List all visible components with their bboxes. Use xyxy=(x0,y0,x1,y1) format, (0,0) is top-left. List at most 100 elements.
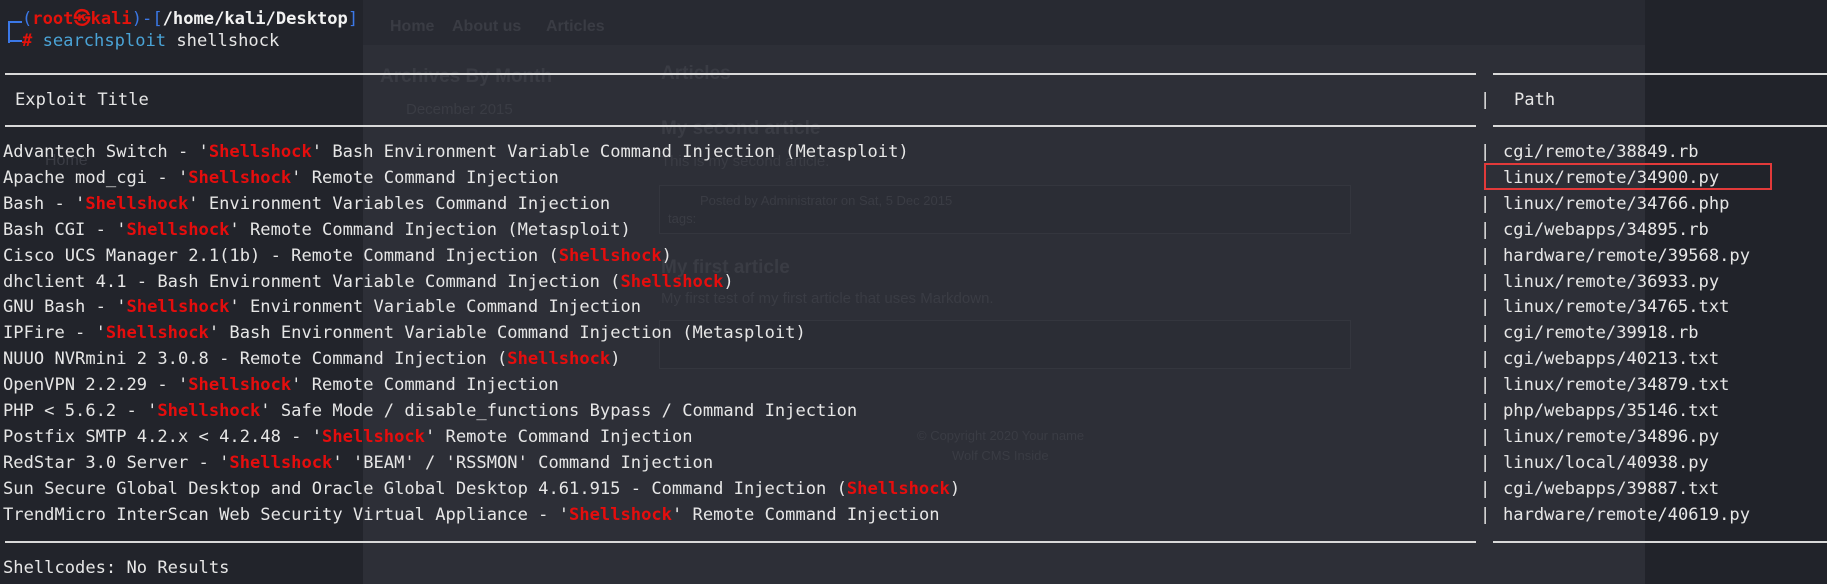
row-separator: | xyxy=(1480,426,1491,447)
row-separator: | xyxy=(1480,245,1491,266)
title-text: Apache mod_cgi - ' xyxy=(3,167,189,188)
table-rule-bottom-right xyxy=(1493,541,1827,543)
table-rule-bottom-left xyxy=(5,541,1476,543)
row-separator: | xyxy=(1480,271,1491,292)
keyword-highlight: Shellshock xyxy=(208,142,312,162)
exploit-title: OpenVPN 2.2.29 - 'Shellshock' Remote Com… xyxy=(3,374,559,396)
exploit-path[interactable]: linux/remote/36933.py xyxy=(1503,271,1719,293)
exploit-title: Sun Secure Global Desktop and Oracle Glo… xyxy=(3,478,960,500)
exploit-title: TrendMicro InterScan Web Security Virtua… xyxy=(3,504,940,526)
exploit-path[interactable]: cgi/webapps/39887.txt xyxy=(1503,478,1719,500)
exploit-path[interactable]: linux/remote/34879.txt xyxy=(1503,374,1729,396)
terminal-window[interactable]: (root㉿kali)-[/home/kali/Desktop] # searc… xyxy=(0,0,1827,584)
command-argument: shellshock xyxy=(176,31,280,51)
title-text: ' Environment Variable Command Injection xyxy=(229,297,642,318)
column-header-path: Path xyxy=(1514,90,1556,110)
exploit-path[interactable]: cgi/webapps/34895.rb xyxy=(1503,219,1709,241)
exploit-path[interactable]: hardware/remote/39568.py xyxy=(1503,245,1750,267)
exploit-path[interactable]: linux/remote/34765.txt xyxy=(1503,296,1729,318)
exploit-path[interactable]: cgi/webapps/40213.txt xyxy=(1503,348,1719,370)
title-text: RedStar 3.0 Server - ' xyxy=(3,452,230,473)
title-text: OpenVPN 2.2.29 - ' xyxy=(3,375,189,396)
exploit-title: NUUO NVRmini 2 3.0.8 - Remote Command In… xyxy=(3,348,621,370)
keyword-highlight: Shellshock xyxy=(507,349,611,370)
keyword-highlight: Shellshock xyxy=(126,219,230,240)
row-separator: | xyxy=(1480,452,1491,473)
title-text: Sun Secure Global Desktop and Oracle Glo… xyxy=(3,478,847,499)
keyword-highlight: Shellshock xyxy=(85,193,189,214)
keyword-highlight: Shellshock xyxy=(558,245,662,266)
table-rule-header-left xyxy=(5,125,1476,127)
keyword-highlight: Shellshock xyxy=(126,297,230,318)
title-text: Bash CGI - ' xyxy=(3,219,127,240)
keyword-highlight: Shellshock xyxy=(322,426,425,447)
title-text: ) xyxy=(661,245,672,266)
exploit-title: Cisco UCS Manager 2.1(1b) - Remote Comma… xyxy=(3,245,672,267)
title-text: Postfix SMTP 4.2.x < 4.2.48 - ' xyxy=(3,426,323,447)
prompt-symbol: # xyxy=(22,31,33,51)
title-text: Advantech Switch - ' xyxy=(3,142,209,162)
skull-icon: ㉿ xyxy=(73,9,91,29)
table-rule-header-right xyxy=(1493,125,1827,127)
table-rule-top-left xyxy=(5,73,1476,75)
title-text: ' Bash Environment Variable Command Inje… xyxy=(311,142,909,162)
exploit-title: GNU Bash - 'Shellshock' Environment Vari… xyxy=(3,296,641,318)
prompt-host: kali xyxy=(90,9,132,29)
prompt-line-2: # searchsploit shellshock xyxy=(22,30,279,52)
keyword-highlight: Shellshock xyxy=(620,271,724,292)
keyword-highlight: Shellshock xyxy=(188,167,292,188)
title-text: ' Remote Command Injection xyxy=(671,504,940,525)
title-text: ' Bash Environment Variable Command Inje… xyxy=(208,323,806,344)
keyword-highlight: Shellshock xyxy=(229,452,333,473)
keyword-highlight: Shellshock xyxy=(105,323,209,344)
prompt-corner-vertical xyxy=(8,21,10,42)
table-rule-top-right xyxy=(1493,73,1827,75)
keyword-highlight: Shellshock xyxy=(846,478,950,499)
prompt-line-1: (root㉿kali)-[/home/kali/Desktop] xyxy=(22,9,359,29)
prompt-user: root xyxy=(32,9,74,29)
title-text: Cisco UCS Manager 2.1(1b) - Remote Comma… xyxy=(3,245,559,266)
exploit-title: IPFire - 'Shellshock' Bash Environment V… xyxy=(3,322,806,344)
exploit-path[interactable]: linux/local/40938.py xyxy=(1503,452,1709,474)
title-text: ' Remote Command Injection xyxy=(424,426,693,447)
title-text: TrendMicro InterScan Web Security Virtua… xyxy=(3,504,570,525)
row-separator: | xyxy=(1480,349,1491,370)
title-text: ' Remote Command Injection (Metasploit) xyxy=(229,219,631,240)
row-separator: | xyxy=(1480,323,1491,344)
title-text: dhclient 4.1 - Bash Environment Variable… xyxy=(3,271,621,292)
title-text: ) xyxy=(949,478,961,499)
title-text: ' Environment Variables Command Injectio… xyxy=(188,193,611,214)
row-separator: | xyxy=(1480,401,1491,421)
row-separator: | xyxy=(1480,297,1491,318)
title-text: ' 'BEAM' / 'RSSMON' Command Injection xyxy=(332,452,714,473)
exploit-path[interactable]: hardware/remote/40619.py xyxy=(1503,504,1750,526)
prompt-corner-bottom xyxy=(8,40,22,42)
row-separator: | xyxy=(1480,375,1491,396)
row-separator: | xyxy=(1480,478,1491,499)
title-text: Bash - ' xyxy=(3,193,86,214)
exploit-title: Advantech Switch - 'Shellshock' Bash Env… xyxy=(3,141,909,163)
exploit-path[interactable]: linux/remote/34766.php xyxy=(1503,193,1729,215)
title-text: PHP < 5.6.2 - ' xyxy=(3,401,158,421)
title-text: IPFire - ' xyxy=(3,323,106,344)
prompt-cwd: /home/kali/Desktop xyxy=(162,9,348,29)
exploit-path[interactable]: cgi/remote/39918.rb xyxy=(1503,322,1699,344)
exploit-path[interactable]: cgi/remote/38849.rb xyxy=(1503,141,1699,163)
exploit-path[interactable]: linux/remote/34896.py xyxy=(1503,426,1719,448)
row-separator: | xyxy=(1480,219,1491,240)
row-separator: | xyxy=(1480,142,1491,162)
keyword-highlight: Shellshock xyxy=(188,375,292,396)
shellcodes-result: Shellcodes: No Results xyxy=(3,558,230,578)
exploit-title: RedStar 3.0 Server - 'Shellshock' 'BEAM'… xyxy=(3,452,713,474)
title-text: ' Remote Command Injection xyxy=(291,375,559,396)
exploit-title: PHP < 5.6.2 - 'Shellshock' Safe Mode / d… xyxy=(3,400,857,422)
exploit-path[interactable]: php/webapps/35146.txt xyxy=(1503,400,1719,422)
title-text: ' Safe Mode / disable_functions Bypass /… xyxy=(260,401,858,421)
keyword-highlight: Shellshock xyxy=(569,504,672,525)
column-header-exploit-title: Exploit Title xyxy=(15,90,149,110)
title-text: ) xyxy=(610,349,621,370)
row-separator: | xyxy=(1480,504,1491,525)
title-text: GNU Bash - ' xyxy=(3,297,127,318)
keyword-highlight: Shellshock xyxy=(157,401,261,421)
title-text: NUUO NVRmini 2 3.0.8 - Remote Command In… xyxy=(3,349,508,370)
